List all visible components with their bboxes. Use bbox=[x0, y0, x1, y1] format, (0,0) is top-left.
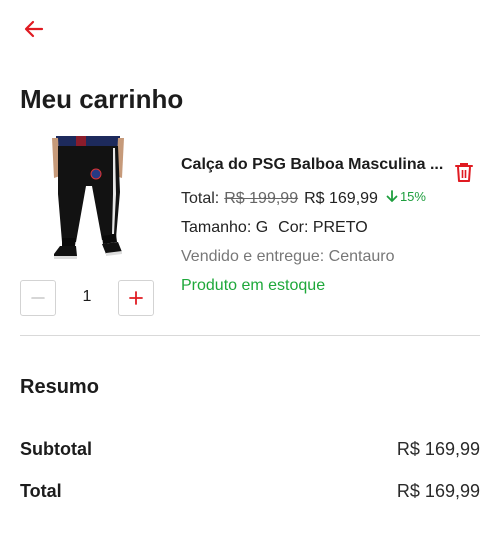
old-price: R$ 199,99 bbox=[224, 190, 299, 207]
discount-badge: 15% bbox=[386, 189, 426, 204]
product-image[interactable] bbox=[46, 134, 130, 268]
arrow-left-icon bbox=[24, 20, 44, 38]
color-label: Cor: PRETO bbox=[278, 219, 368, 236]
black-track-pants-photo bbox=[52, 136, 124, 259]
summary-title: Resumo bbox=[20, 376, 99, 398]
attributes-row: Tamanho: G Cor: PRETO bbox=[181, 219, 368, 237]
price-row: Total: R$ 199,99 R$ 169,99 15% bbox=[181, 189, 426, 208]
divider bbox=[20, 335, 480, 336]
seller-info: Vendido e entregue: Centauro bbox=[181, 248, 395, 265]
discount-value: 15% bbox=[399, 189, 426, 204]
subtotal-value: R$ 169,99 bbox=[396, 439, 480, 459]
increase-quantity-button[interactable] bbox=[118, 280, 154, 316]
total-label: Total bbox=[20, 481, 62, 501]
arrow-down-icon bbox=[386, 190, 398, 202]
stock-status: Produto em estoque bbox=[181, 277, 326, 294]
back-button[interactable] bbox=[22, 17, 46, 41]
total-value: R$ 169,99 bbox=[396, 481, 480, 501]
new-price: R$ 169,99 bbox=[304, 190, 378, 207]
quantity-value: 1 bbox=[82, 288, 92, 305]
price-label: Total: bbox=[181, 190, 220, 207]
product-name[interactable]: Calça do PSG Balboa Masculina ... bbox=[181, 156, 451, 174]
minus-icon bbox=[31, 297, 45, 299]
decrease-quantity-button[interactable] bbox=[20, 280, 56, 316]
size-label: Tamanho: G bbox=[181, 219, 269, 236]
trash-icon bbox=[455, 163, 473, 182]
page-title: Meu carrinho bbox=[20, 84, 184, 114]
subtotal-label: Subtotal bbox=[20, 439, 92, 459]
plus-icon bbox=[129, 291, 143, 305]
delete-item-button[interactable] bbox=[454, 161, 474, 183]
